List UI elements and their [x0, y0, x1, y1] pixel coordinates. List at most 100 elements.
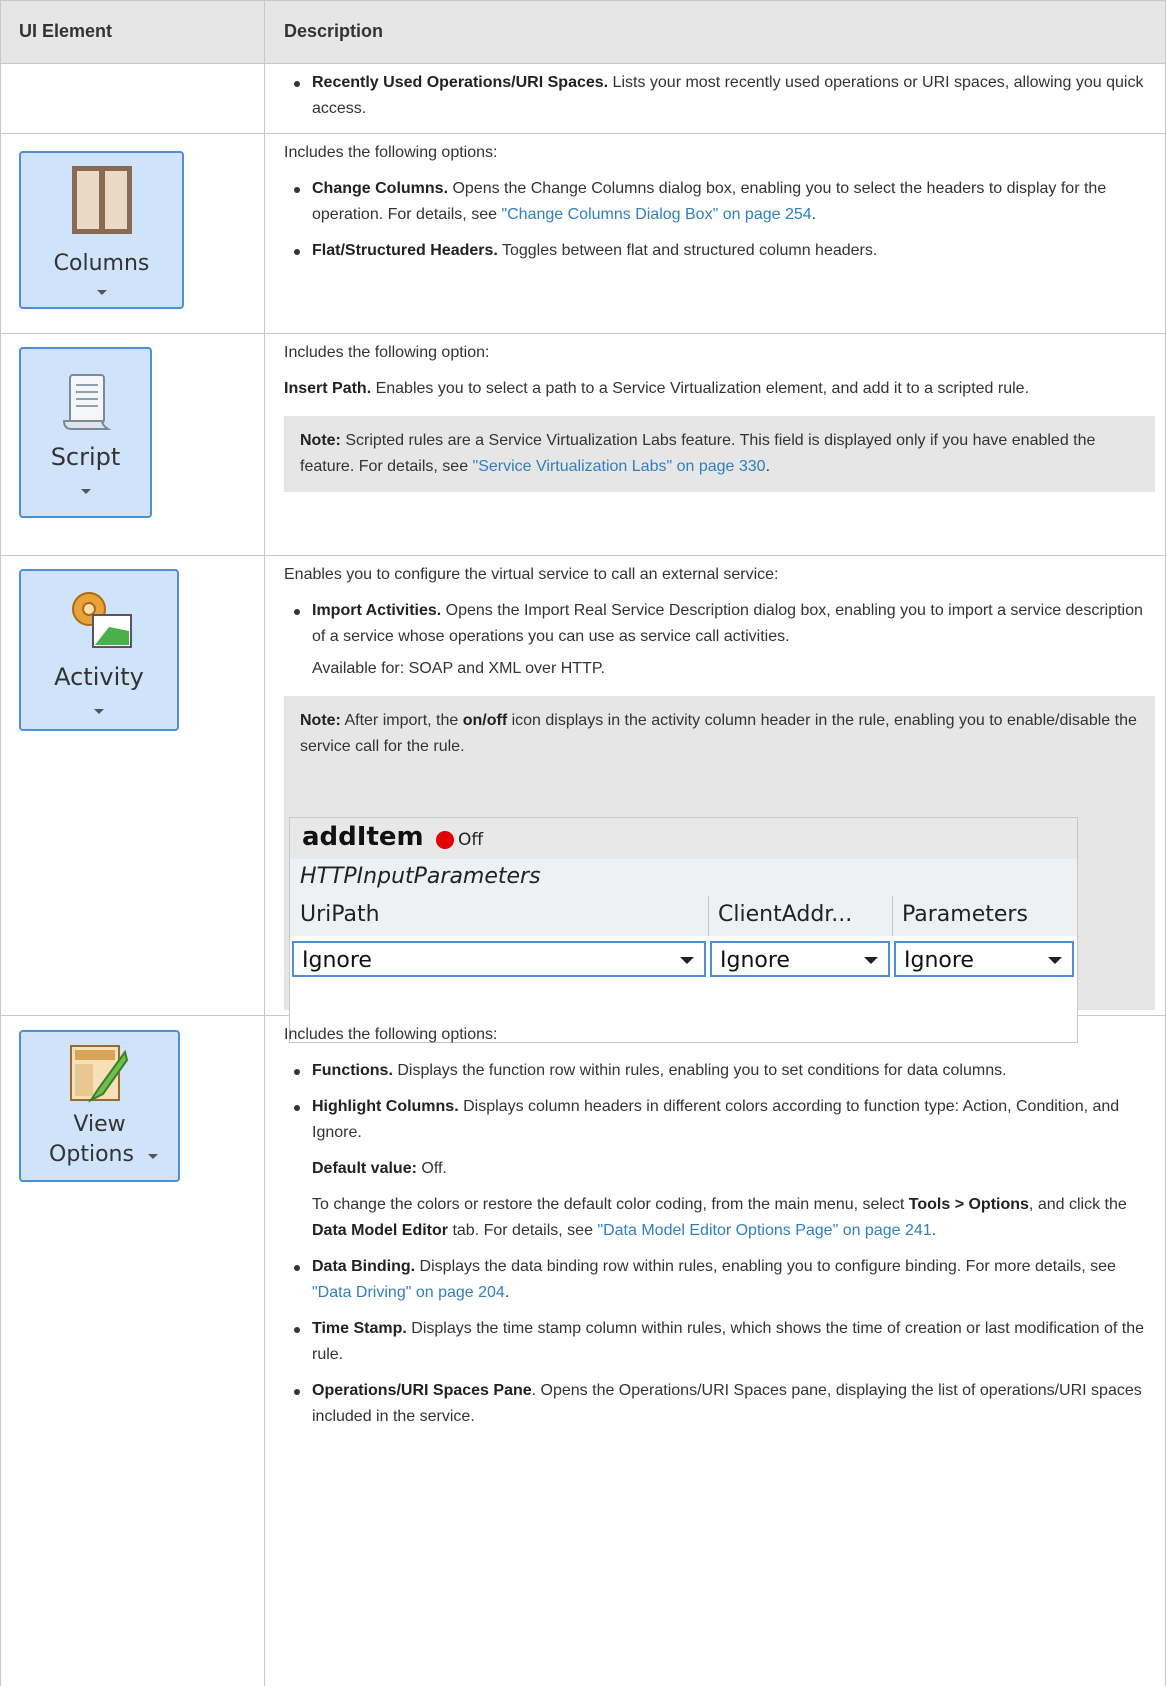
row-intro: Includes the following options:: [284, 1026, 498, 1043]
labs-link[interactable]: "Service Virtualization Labs" on page 33…: [473, 458, 766, 475]
grid-operation-row: addItem Off: [290, 818, 1077, 860]
header-description: Description: [284, 21, 384, 41]
chevron-down-icon: [80, 489, 91, 494]
default-label: Default value:: [312, 1160, 417, 1177]
chevron-down-icon: [680, 957, 694, 964]
list-item: Import Activities. Opens the Import Real…: [284, 598, 1155, 682]
activity-label: Activity: [54, 663, 144, 691]
rule-grid-screenshot: addItem Off HTTPInputParameters UriPath …: [289, 817, 1078, 1043]
activity-icon: [72, 592, 132, 648]
item-title: Data Binding.: [312, 1258, 416, 1275]
list-item: Data Binding. Displays the data binding …: [284, 1254, 1155, 1306]
item-text: Displays the function row within rules, …: [392, 1062, 1007, 1079]
view-options-button[interactable]: View Options: [19, 1030, 180, 1182]
note-label: Note:: [300, 432, 341, 449]
item-title: Recently Used Operations/URI Spaces.: [312, 74, 609, 91]
chevron-down-icon: [94, 709, 104, 714]
list-item: Functions. Displays the function row wit…: [284, 1058, 1155, 1084]
chevron-down-icon: [864, 957, 878, 964]
column-header: ClientAddr...: [718, 902, 853, 927]
operation-name: addItem: [302, 822, 424, 852]
row-description: Recently Used Operations/URI Spaces. Lis…: [284, 70, 1155, 122]
chevron-down-icon: [147, 1154, 158, 1159]
list-item: Highlight Columns. Displays column heade…: [284, 1094, 1155, 1244]
function-select[interactable]: Ignore: [710, 941, 890, 977]
view-options-icon: [70, 1045, 129, 1103]
function-select[interactable]: Ignore: [292, 941, 706, 977]
default-text: Off.: [416, 1160, 447, 1177]
status-off-icon[interactable]: [436, 831, 454, 849]
activity-button[interactable]: Activity: [19, 569, 179, 731]
punctuation: .: [811, 206, 817, 223]
data-driving-link[interactable]: "Data Driving" on page 204: [312, 1284, 505, 1301]
grid-group-row: HTTPInputParameters: [290, 859, 1077, 897]
list-item: Flat/Structured Headers. Toggles between…: [284, 238, 1155, 264]
item-title: Operations/URI Spaces Pane: [312, 1382, 532, 1399]
row-description: Includes the following option: Insert Pa…: [284, 340, 1155, 492]
column-header: Parameters: [902, 902, 1028, 927]
column-header: UriPath: [300, 902, 380, 927]
script-button[interactable]: Script: [19, 347, 152, 518]
row-intro: Includes the following option:: [284, 344, 490, 361]
columns-icon: [72, 166, 132, 234]
tab-name: Data Model Editor: [312, 1222, 449, 1239]
list-item: Change Columns. Opens the Change Columns…: [284, 176, 1155, 228]
change-colors-paragraph: To change the colors or restore the defa…: [312, 1192, 1155, 1244]
item-title: Change Columns.: [312, 180, 449, 197]
column-divider: [708, 896, 709, 936]
data-model-editor-link[interactable]: "Data Model Editor Options Page" on page…: [597, 1222, 931, 1239]
row-intro: Includes the following options:: [284, 144, 498, 161]
default-value: Default value: Off.: [312, 1156, 1155, 1182]
select-value: Ignore: [302, 948, 372, 973]
list-item: Recently Used Operations/URI Spaces. Lis…: [284, 70, 1155, 122]
punctuation: .: [931, 1222, 937, 1239]
punctuation: .: [765, 458, 771, 475]
grid-column-header-row: UriPath ClientAddr... Parameters: [290, 896, 1077, 937]
table-row: View Options Includes the following opti…: [0, 1016, 1166, 1686]
item-title: Insert Path.: [284, 380, 372, 397]
function-select[interactable]: Ignore: [894, 941, 1074, 977]
chevron-down-icon: [1048, 957, 1062, 964]
item-title: Highlight Columns.: [312, 1098, 459, 1115]
table-row: Activity Enables you to configure the vi…: [0, 556, 1166, 1043]
available-for: Available for: SOAP and XML over HTTP.: [312, 660, 605, 677]
header-ui-element: UI Element: [19, 21, 113, 41]
view-label: View: [73, 1112, 126, 1137]
item-text: Displays the data binding row within rul…: [415, 1258, 1116, 1275]
columns-button[interactable]: Columns: [19, 151, 184, 309]
item-title: Import Activities.: [312, 602, 442, 619]
column-divider: [264, 0, 265, 1686]
text: To change the colors or restore the defa…: [312, 1196, 909, 1213]
text: , and click the: [1028, 1196, 1127, 1213]
text: tab. For details, see: [448, 1222, 598, 1239]
select-value: Ignore: [720, 948, 790, 973]
item-title: Time Stamp.: [312, 1320, 407, 1337]
list-item: Time Stamp. Displays the time stamp colu…: [284, 1316, 1155, 1368]
punctuation: .: [504, 1284, 510, 1301]
table-header: UI Element Description: [0, 0, 1166, 64]
insert-path-paragraph: Insert Path. Enables you to select a pat…: [284, 376, 1155, 402]
grid-function-row: Ignore Ignore Ignore: [290, 936, 1077, 982]
note-bold: on/off: [462, 712, 508, 729]
item-text: Toggles between flat and structured colu…: [497, 242, 878, 259]
menu-path: Tools > Options: [908, 1196, 1029, 1213]
change-columns-link[interactable]: "Change Columns Dialog Box" on page 254: [501, 206, 811, 223]
column-divider: [892, 896, 893, 936]
chevron-down-icon: [96, 290, 107, 295]
table-row: Recently Used Operations/URI Spaces. Lis…: [0, 64, 1166, 134]
list-item: Operations/URI Spaces Pane. Opens the Op…: [284, 1378, 1155, 1430]
row-description: Includes the following options: Change C…: [284, 140, 1155, 264]
row-description: Includes the following options: Function…: [284, 1022, 1155, 1430]
row-intro: Enables you to configure the virtual ser…: [284, 566, 779, 583]
script-icon: [62, 374, 112, 430]
select-value: Ignore: [904, 948, 974, 973]
note-label: Note:: [300, 712, 341, 729]
group-name: HTTPInputParameters: [300, 864, 541, 889]
table-row: Columns Includes the following options: …: [0, 134, 1166, 334]
note-box: Note: Scripted rules are a Service Virtu…: [284, 416, 1155, 492]
columns-label: Columns: [53, 251, 150, 276]
item-text: Enables you to select a path to a Servic…: [371, 380, 1030, 397]
item-text: Displays the time stamp column within ru…: [312, 1320, 1145, 1363]
script-label: Script: [50, 443, 121, 471]
note-text: After import, the: [340, 712, 463, 729]
